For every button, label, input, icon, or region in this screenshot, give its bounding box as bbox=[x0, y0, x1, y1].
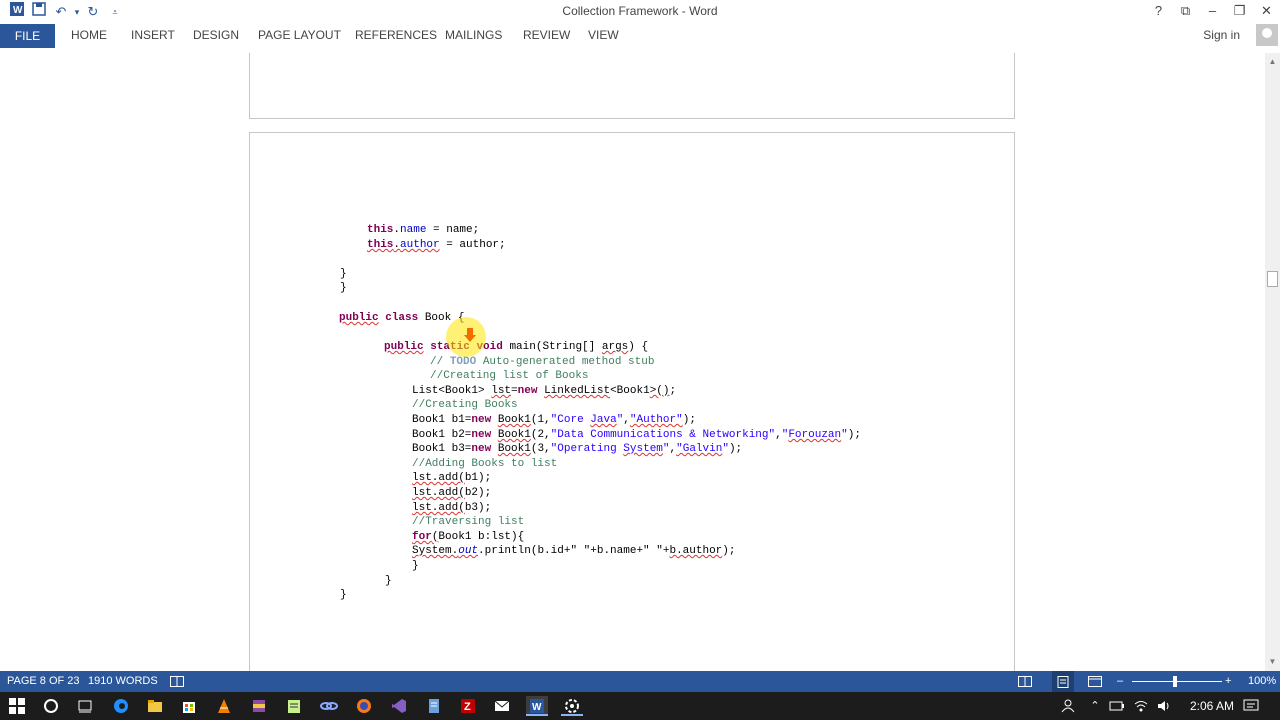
code-line: public class Book { bbox=[339, 312, 465, 324]
zoom-level[interactable]: 100% bbox=[1248, 671, 1276, 692]
tab-design[interactable]: DESIGN bbox=[193, 24, 239, 48]
tab-file[interactable]: FILE bbox=[0, 24, 55, 48]
code-line: lst.add(b2); bbox=[412, 487, 492, 499]
filezilla-icon[interactable]: Z bbox=[457, 696, 479, 716]
tab-references[interactable]: REFERENCES bbox=[355, 24, 437, 48]
vertical-scrollbar[interactable]: ▲ ▼ bbox=[1265, 53, 1280, 671]
minimize-icon[interactable]: – bbox=[1199, 0, 1226, 22]
windows-start-icon[interactable] bbox=[6, 696, 28, 716]
document-page-current[interactable] bbox=[249, 132, 1015, 671]
window-title: Collection Framework - Word bbox=[562, 4, 718, 18]
mouse-cursor-icon bbox=[464, 328, 476, 342]
wifi-icon[interactable] bbox=[1130, 696, 1152, 716]
code-line: System.out.println(b.id+" "+b.name+" "+b… bbox=[412, 545, 736, 557]
power-icon[interactable] bbox=[1106, 696, 1128, 716]
code-line: } bbox=[385, 575, 392, 587]
zoom-slider-thumb[interactable] bbox=[1173, 676, 1177, 687]
avatar[interactable] bbox=[1256, 24, 1278, 46]
document-page-previous bbox=[249, 53, 1015, 119]
sign-in-link[interactable]: Sign in bbox=[1203, 24, 1240, 46]
notepad-plus-icon[interactable] bbox=[283, 696, 305, 716]
code-line: } bbox=[340, 282, 347, 294]
winrar-icon[interactable] bbox=[248, 696, 270, 716]
code-line: Book1 b3=new Book1(3,"Operating System",… bbox=[412, 443, 743, 455]
people-icon[interactable] bbox=[1057, 696, 1079, 716]
store-icon[interactable] bbox=[178, 696, 200, 716]
notifications-icon[interactable] bbox=[1240, 696, 1262, 716]
volume-icon[interactable] bbox=[1153, 696, 1175, 716]
file-explorer-icon[interactable] bbox=[144, 696, 166, 716]
page-count[interactable]: PAGE 8 OF 23 bbox=[7, 671, 80, 692]
code-line: //Creating list of Books bbox=[430, 370, 589, 382]
word-count[interactable]: 1910 WORDS bbox=[88, 671, 158, 692]
visual-studio-icon[interactable] bbox=[388, 696, 410, 716]
title-bar: W ↶ ▾ ↻ ⩡ Collection Framework - Word ? … bbox=[0, 0, 1280, 24]
status-bar: PAGE 8 OF 23 1910 WORDS – + 100% bbox=[0, 671, 1280, 696]
settings-gear-icon[interactable] bbox=[561, 696, 583, 716]
code-line: } bbox=[412, 560, 419, 572]
maximize-icon[interactable]: ❐ bbox=[1226, 0, 1253, 22]
link-app-icon[interactable] bbox=[318, 696, 340, 716]
code-line: //Adding Books to list bbox=[412, 458, 558, 470]
close-icon[interactable]: ✕ bbox=[1253, 0, 1280, 22]
taskbar: Z W ⌃ 2:06 AM bbox=[0, 692, 1280, 720]
scroll-thumb[interactable] bbox=[1267, 271, 1278, 287]
code-line: //Traversing list bbox=[412, 516, 525, 528]
tab-page-layout[interactable]: PAGE LAYOUT bbox=[258, 24, 341, 48]
svg-text:Z: Z bbox=[464, 701, 471, 713]
code-line: } bbox=[340, 589, 347, 601]
tab-review[interactable]: REVIEW bbox=[523, 24, 570, 48]
zoom-out-button[interactable]: – bbox=[1117, 671, 1123, 692]
code-line: List<Book1> lst=new LinkedList<Book1>(); bbox=[412, 385, 677, 397]
code-line: // TODO Auto-generated method stub bbox=[430, 356, 655, 368]
word-taskbar-icon[interactable]: W bbox=[526, 696, 548, 716]
search-icon[interactable] bbox=[40, 696, 62, 716]
code-line: } bbox=[340, 268, 347, 280]
svg-text:W: W bbox=[532, 702, 542, 713]
firefox-icon[interactable] bbox=[353, 696, 375, 716]
show-hidden-icons-icon[interactable]: ⌃ bbox=[1084, 696, 1106, 716]
code-line: //Creating Books bbox=[412, 399, 518, 411]
zoom-in-button[interactable]: + bbox=[1225, 671, 1231, 692]
notes-app-icon[interactable] bbox=[423, 696, 445, 716]
scroll-down-icon[interactable]: ▼ bbox=[1265, 655, 1280, 669]
mail-icon[interactable] bbox=[491, 696, 513, 716]
code-line: for(Book1 b:lst){ bbox=[412, 531, 525, 543]
code-line: Book1 b2=new Book1(2,"Data Communication… bbox=[412, 429, 861, 441]
ribbon-display-options-icon[interactable]: ⧉ bbox=[1172, 0, 1199, 22]
code-line: Book1 b1=new Book1(1,"Core Java","Author… bbox=[412, 414, 696, 426]
zoom-slider-track[interactable] bbox=[1132, 681, 1222, 682]
edge-browser-icon[interactable] bbox=[110, 696, 132, 716]
window-controls: ? ⧉ – ❐ ✕ bbox=[1145, 0, 1280, 22]
task-view-icon[interactable] bbox=[74, 696, 96, 716]
tab-mailings[interactable]: MAILINGS bbox=[445, 24, 502, 48]
help-icon[interactable]: ? bbox=[1145, 0, 1172, 22]
scroll-up-icon[interactable]: ▲ bbox=[1265, 55, 1280, 69]
code-line: this.author = author; bbox=[367, 239, 506, 251]
code-line: this.name = name; bbox=[367, 224, 480, 236]
code-line: lst.add(b3); bbox=[412, 502, 492, 514]
code-line: lst.add(b1); bbox=[412, 472, 492, 484]
ribbon-tabs: FILE HOME INSERT DESIGN PAGE LAYOUT REFE… bbox=[0, 24, 1280, 48]
clock[interactable]: 2:06 AM bbox=[1190, 692, 1234, 720]
tab-insert[interactable]: INSERT bbox=[131, 24, 175, 48]
vlc-icon[interactable] bbox=[213, 696, 235, 716]
tab-view[interactable]: VIEW bbox=[588, 24, 619, 48]
code-line: public static void main(String[] args) { bbox=[384, 341, 649, 353]
tab-home[interactable]: HOME bbox=[71, 24, 107, 48]
